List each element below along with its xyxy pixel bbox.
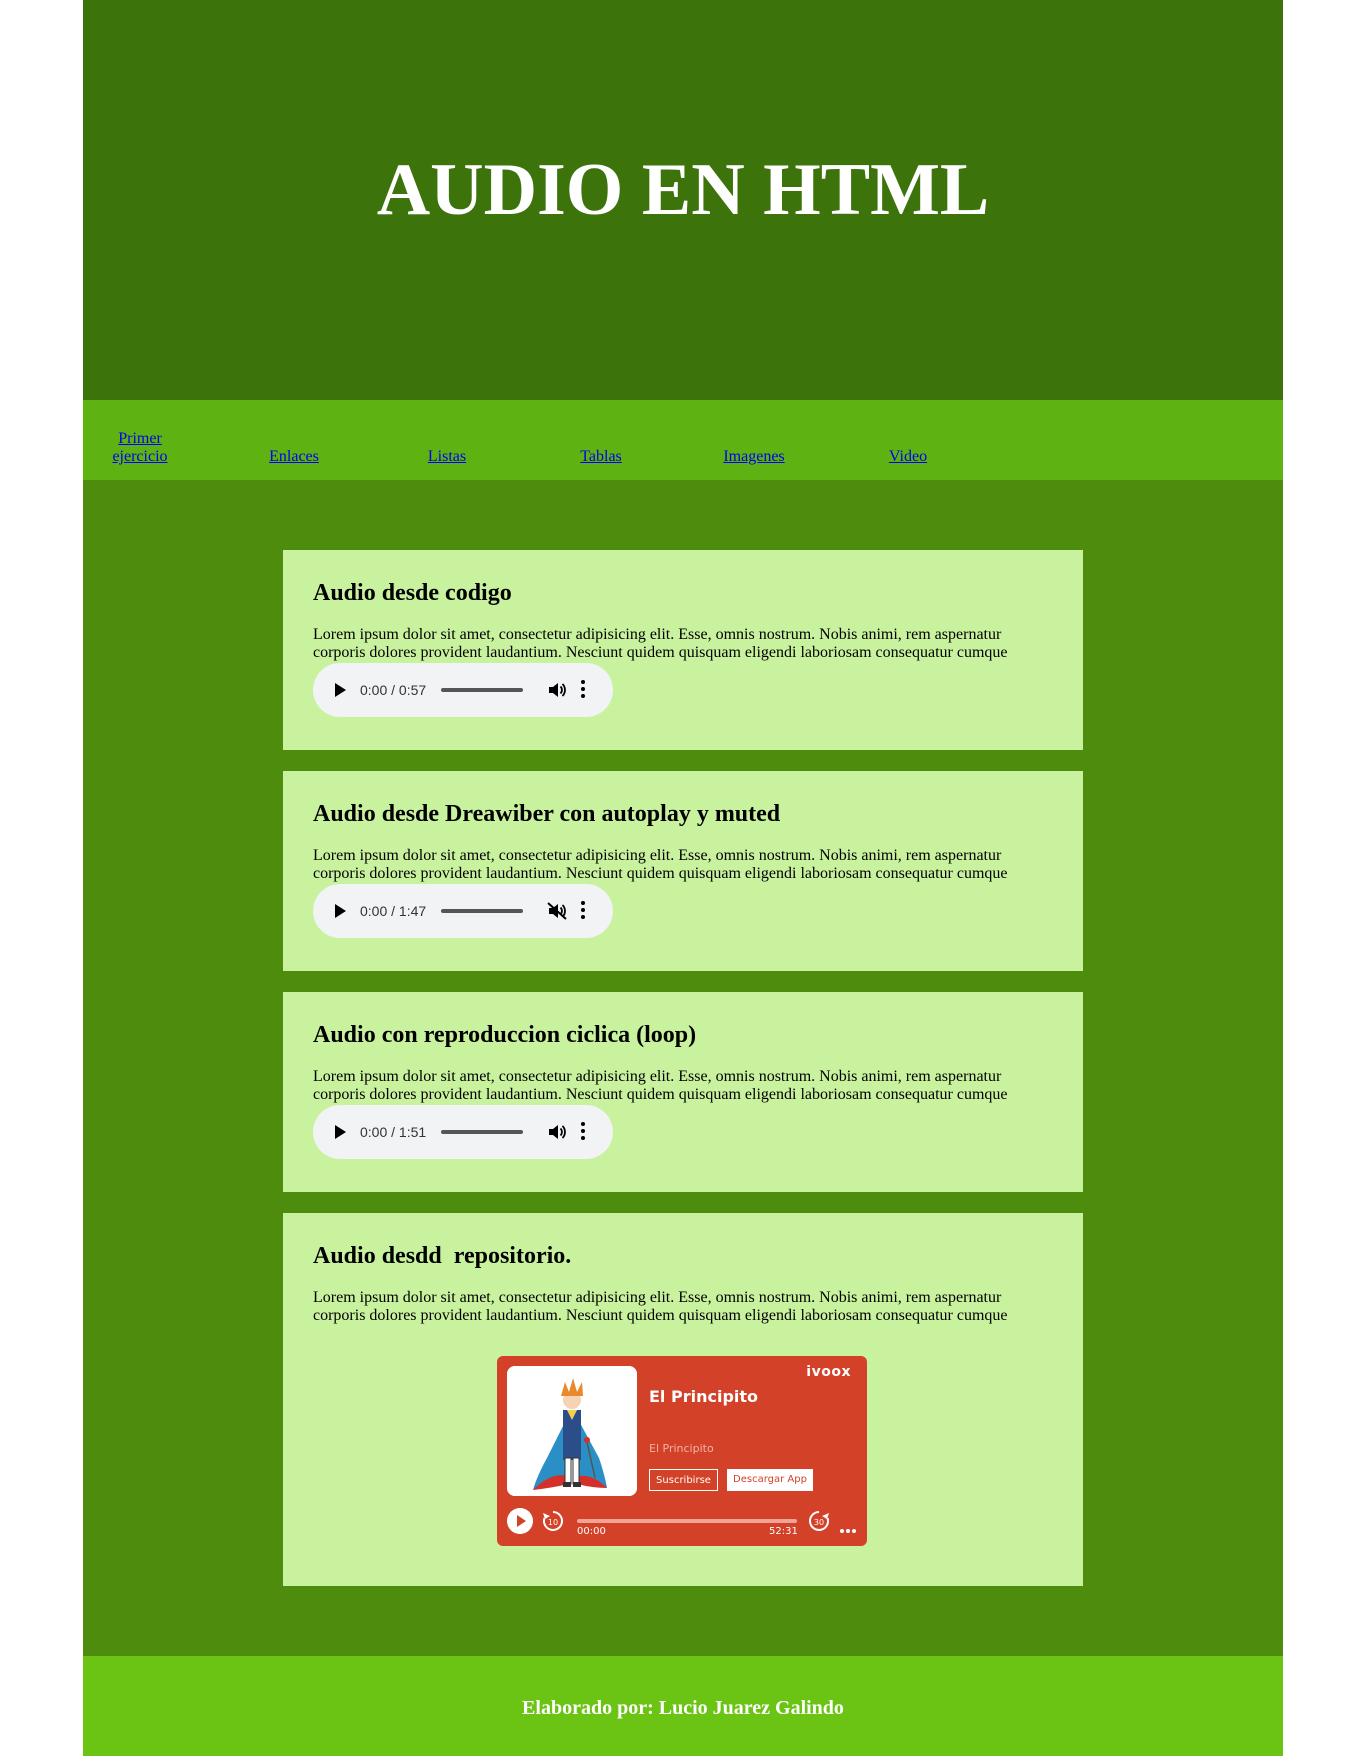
header: AUDIO EN HTML <box>83 0 1283 400</box>
nav-link-tablas[interactable]: Tablas <box>551 448 651 466</box>
section-audio-loop: Audio con reproduccion ciclica (loop) Lo… <box>283 992 1083 1192</box>
more-options-icon[interactable] <box>581 680 585 700</box>
section-audio-codigo: Audio desde codigo Lorem ipsum dolor sit… <box>283 550 1083 750</box>
section-text: Lorem ipsum dolor sit amet, consectetur … <box>313 847 1008 882</box>
nav-link-listas[interactable]: Listas <box>397 448 497 466</box>
section-title: Audio con reproduccion ciclica (loop) <box>313 1022 697 1048</box>
nav-link-video[interactable]: Video <box>858 448 958 466</box>
volume-icon[interactable] <box>547 681 567 699</box>
subscribe-button[interactable]: Suscribirse <box>649 1469 718 1491</box>
ivoox-logo[interactable]: ivoox <box>806 1364 851 1380</box>
section-title: Audio desde codigo <box>313 580 512 606</box>
current-time: 00:00 <box>577 1526 606 1537</box>
duration: 52:31 <box>769 1526 798 1537</box>
more-options-icon[interactable] <box>581 901 585 921</box>
section-title: Audio desdd repositorio. <box>313 1243 572 1269</box>
section-text: Lorem ipsum dolor sit amet, consectetur … <box>313 1289 1008 1324</box>
more-options-icon[interactable] <box>840 1518 860 1533</box>
podcast-cover[interactable] <box>507 1366 637 1496</box>
page: AUDIO EN HTML Primer ejercicio Enlaces L… <box>83 0 1283 1756</box>
audio-progress-slider[interactable] <box>441 1130 523 1134</box>
play-icon[interactable] <box>335 904 346 918</box>
audio-player[interactable]: 0:00 / 1:47 <box>313 884 613 938</box>
audio-progress-slider[interactable] <box>441 688 523 692</box>
play-button[interactable] <box>507 1508 533 1534</box>
footer-credit: Elaborado por: Lucio Juarez Galindo <box>522 1697 844 1719</box>
little-prince-illustration <box>507 1366 637 1496</box>
rewind-10-icon[interactable]: 10 <box>541 1509 565 1533</box>
download-app-button[interactable]: Descargar App <box>727 1469 813 1491</box>
audio-time: 0:00 / 0:57 <box>360 682 427 698</box>
play-icon[interactable] <box>335 683 346 697</box>
audio-time: 0:00 / 1:51 <box>360 1124 427 1140</box>
volume-icon[interactable] <box>547 1123 567 1141</box>
more-options-icon[interactable] <box>581 1122 585 1142</box>
section-text: Lorem ipsum dolor sit amet, consectetur … <box>313 1068 1008 1103</box>
podcast-title[interactable]: El Principito <box>649 1387 758 1406</box>
svg-text:10: 10 <box>548 1518 558 1527</box>
section-audio-repositorio: Audio desdd repositorio. Lorem ipsum dol… <box>283 1213 1083 1586</box>
section-title: Audio desde Dreawiber con autoplay y mut… <box>313 801 781 827</box>
audio-time: 0:00 / 1:47 <box>360 903 427 919</box>
forward-30-icon[interactable]: 30 <box>807 1509 831 1533</box>
section-text: Lorem ipsum dolor sit amet, consectetur … <box>313 626 1008 661</box>
volume-muted-icon[interactable] <box>547 902 567 920</box>
nav-link-imagenes[interactable]: Imagenes <box>704 448 804 466</box>
svg-text:30: 30 <box>814 1518 824 1527</box>
audio-player[interactable]: 0:00 / 0:57 <box>313 663 613 717</box>
audio-progress-slider[interactable] <box>441 909 523 913</box>
audio-player[interactable]: 0:00 / 1:51 <box>313 1105 613 1159</box>
nav-link-enlaces[interactable]: Enlaces <box>244 448 344 466</box>
main-nav: Primer ejercicio Enlaces Listas Tablas I… <box>83 400 1283 480</box>
podcast-subtitle[interactable]: El Principito <box>649 1442 714 1455</box>
nav-link-primer-ejercicio[interactable]: Primer ejercicio <box>108 430 172 466</box>
footer: Elaborado por: Lucio Juarez Galindo <box>83 1656 1283 1756</box>
play-icon[interactable] <box>335 1125 346 1139</box>
section-audio-dreawiber: Audio desde Dreawiber con autoplay y mut… <box>283 771 1083 971</box>
page-title: AUDIO EN HTML <box>376 149 990 231</box>
ivoox-player: ivoox El Principito El Principito Suscri… <box>497 1356 867 1546</box>
ivoox-progress-slider[interactable] <box>577 1519 797 1523</box>
